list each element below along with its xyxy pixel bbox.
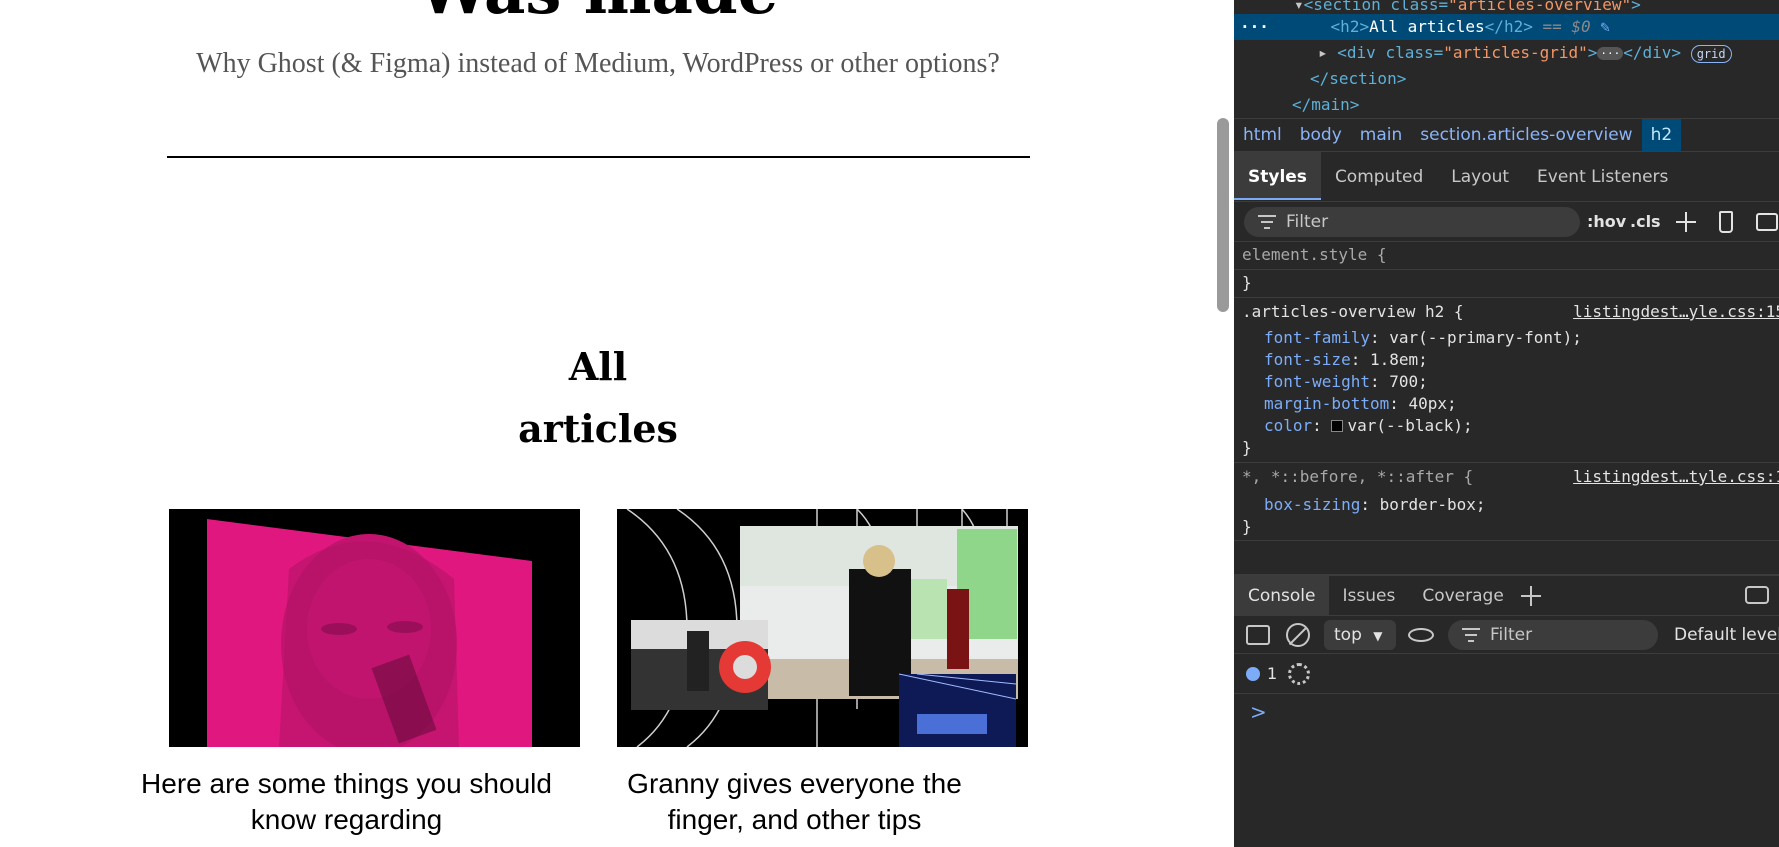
console-message-summary: 1 [1234, 654, 1779, 694]
styles-pane: element.style { } .articles-overview h2 … [1234, 242, 1779, 572]
collapsed-children-icon[interactable]: ··· [1597, 47, 1624, 60]
console-toolbar: top ▼ Filter Default levels [1234, 616, 1779, 654]
article-card-image[interactable] [617, 509, 1028, 747]
chevron-down-icon: ▼ [1373, 629, 1383, 643]
article-card-title[interactable]: Granny gives everyone the finger, and ot… [589, 766, 1000, 838]
new-rule-icon[interactable] [1676, 212, 1696, 232]
article-card-title[interactable]: Here are some things you should know reg… [141, 766, 552, 838]
dom-node-articles-grid[interactable]: ▸ <div class="articles-grid"> ··· </div> g… [1234, 40, 1779, 66]
section-heading-line2: articles [518, 406, 678, 451]
message-icon[interactable] [1246, 667, 1260, 681]
divider [167, 156, 1030, 158]
devtools-panel: ▾<section class="articles-overview"> ···… [1234, 0, 1779, 847]
rule-close: } [1242, 273, 1252, 292]
dom-node-main-close[interactable]: </main> [1234, 92, 1779, 118]
filter-icon [1258, 215, 1276, 229]
ai-assist-icon[interactable]: ✎ [1600, 17, 1610, 36]
article-card-image[interactable] [169, 509, 580, 747]
css-declaration[interactable]: font-size: 1.8em; [1264, 349, 1428, 371]
message-count[interactable]: 1 [1267, 654, 1277, 694]
dock-icon[interactable] [1745, 586, 1769, 604]
tab-event-listeners[interactable]: Event Listeners [1523, 152, 1682, 200]
css-declaration[interactable]: color: var(--black); [1264, 415, 1473, 437]
css-declaration[interactable]: margin-bottom: 40px; [1264, 393, 1457, 415]
collapse-triangle-icon[interactable]: ▾ [1294, 0, 1304, 14]
styles-toolbar: Filter :hov .cls [1234, 202, 1779, 242]
console-sidebar-icon[interactable] [1246, 625, 1270, 645]
console-filter-input[interactable]: Filter [1448, 620, 1658, 650]
live-expression-eye-icon[interactable] [1408, 628, 1434, 642]
toggle-sidebar-icon[interactable] [1756, 213, 1778, 231]
stylesheet-link[interactable]: listingdest…yle.css:15 [1573, 301, 1779, 323]
rule-selector[interactable]: .articles-overview h2 { [1242, 301, 1464, 323]
css-declaration[interactable]: font-family: var(--primary-font); [1264, 327, 1582, 349]
breadcrumb-h2[interactable]: h2 [1641, 119, 1682, 151]
breadcrumb-section[interactable]: section.articles-overview [1411, 119, 1641, 151]
sidebar-tabs: Styles Computed Layout Event Listeners [1234, 152, 1779, 202]
breadcrumb-body[interactable]: body [1291, 119, 1351, 151]
dom-node-h2-selected[interactable]: ··· <h2>All articles</h2> == $0 ✎ [1234, 14, 1779, 40]
dom-node-section-close[interactable]: </section> [1234, 66, 1779, 92]
add-tab-icon[interactable] [1520, 586, 1541, 606]
css-declaration[interactable]: font-weight: 700; [1264, 371, 1428, 393]
console-prompt[interactable]: > [1250, 694, 1267, 730]
pink-portrait-image [169, 509, 580, 747]
event-collage-image [617, 509, 1028, 747]
node-actions-icon[interactable]: ··· [1240, 17, 1269, 36]
color-swatch[interactable] [1331, 420, 1344, 432]
hero-title: Was made [0, 0, 1196, 24]
drawer-tabs: Console Issues Coverage [1234, 574, 1779, 616]
tab-console[interactable]: Console [1234, 576, 1329, 616]
tab-layout[interactable]: Layout [1437, 152, 1523, 200]
log-levels-dropdown[interactable]: Default levels [1674, 616, 1779, 654]
gear-icon[interactable] [1288, 663, 1310, 685]
web-page: Was made Why Ghost (& Figma) instead of … [0, 0, 1234, 847]
clear-console-icon[interactable] [1286, 623, 1310, 647]
cls-toggle[interactable]: .cls [1630, 202, 1661, 242]
hov-toggle[interactable]: :hov [1587, 202, 1626, 242]
rule-selector[interactable]: element.style { [1242, 244, 1387, 266]
page-scrollbar-thumb[interactable] [1217, 118, 1229, 312]
context-select[interactable]: top ▼ [1324, 620, 1396, 650]
rule-close: } [1242, 517, 1252, 536]
tab-styles[interactable]: Styles [1234, 152, 1321, 200]
css-declaration[interactable]: box-sizing: border-box; [1264, 494, 1486, 516]
paintbrush-icon[interactable] [1719, 211, 1733, 233]
hero-subtitle: Why Ghost (& Figma) instead of Medium, W… [196, 48, 1000, 79]
tab-issues[interactable]: Issues [1329, 576, 1409, 616]
styles-filter-input[interactable]: Filter [1244, 207, 1580, 237]
breadcrumb-html[interactable]: html [1234, 119, 1291, 151]
filter-icon [1462, 628, 1480, 642]
rule-selector[interactable]: *, *::before, *::after { [1242, 466, 1473, 488]
tab-computed[interactable]: Computed [1321, 152, 1437, 200]
section-heading: All articles [0, 336, 1196, 460]
tab-coverage[interactable]: Coverage [1408, 576, 1516, 616]
grid-badge[interactable]: grid [1690, 44, 1732, 63]
breadcrumb: html body main section.articles-overview h2 [1234, 118, 1779, 152]
expand-triangle-icon[interactable]: ▸ [1318, 43, 1328, 62]
rule-close: } [1242, 438, 1252, 457]
breadcrumb-main[interactable]: main [1351, 119, 1411, 151]
stylesheet-link[interactable]: listingdest…tyle.css:1 [1573, 466, 1779, 488]
section-heading-line1: All [568, 344, 628, 389]
